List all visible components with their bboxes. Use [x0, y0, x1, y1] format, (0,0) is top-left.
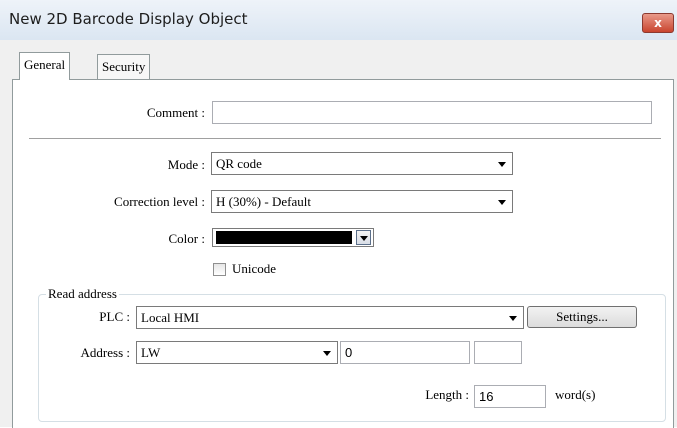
separator [29, 138, 661, 139]
plc-label: PLC : [99, 309, 130, 324]
color-swatch [216, 231, 352, 244]
settings-button[interactable]: Settings... [527, 306, 637, 328]
chevron-down-icon [360, 236, 368, 241]
settings-button-label: Settings... [556, 309, 608, 324]
address-label: Address : [80, 345, 130, 360]
length-input[interactable] [474, 385, 546, 408]
correction-level-value: H (30%) - Default [216, 194, 311, 209]
plc-select[interactable]: Local HMI [136, 306, 524, 329]
chevron-down-icon [509, 316, 517, 321]
color-dropdown-button[interactable] [356, 230, 371, 245]
address-extra-input[interactable] [474, 341, 522, 364]
address-type-select[interactable]: LW [136, 341, 338, 364]
chevron-down-icon [323, 351, 331, 356]
unicode-label: Unicode [232, 261, 277, 276]
comment-label: Comment : [146, 105, 205, 120]
read-address-legend: Read address [46, 286, 119, 302]
tab-general[interactable]: General [19, 52, 71, 80]
address-type-value: LW [141, 345, 161, 360]
tab-security[interactable]: Security [97, 54, 151, 79]
title-bar: New 2D Barcode Display Object x [0, 0, 677, 41]
window-title: New 2D Barcode Display Object [9, 10, 248, 28]
mode-label: Mode : [167, 157, 205, 172]
mode-select[interactable]: QR code [211, 152, 513, 175]
length-unit-label: word(s) [555, 387, 596, 402]
mode-value: QR code [216, 156, 262, 171]
address-input[interactable] [340, 341, 470, 364]
length-label: Length : [425, 387, 469, 402]
correction-level-label: Correction level : [114, 194, 205, 209]
comment-input[interactable] [212, 101, 652, 124]
correction-level-select[interactable]: H (30%) - Default [211, 190, 513, 213]
close-button[interactable]: x [642, 13, 674, 33]
chevron-down-icon [498, 162, 506, 167]
tab-general-label: General [24, 57, 66, 72]
unicode-checkbox[interactable] [213, 263, 226, 276]
color-label: Color : [168, 231, 205, 246]
chevron-down-icon [498, 200, 506, 205]
plc-value: Local HMI [141, 310, 200, 325]
close-icon: x [654, 16, 662, 30]
tab-security-label: Security [102, 59, 146, 74]
color-picker[interactable] [212, 228, 374, 247]
